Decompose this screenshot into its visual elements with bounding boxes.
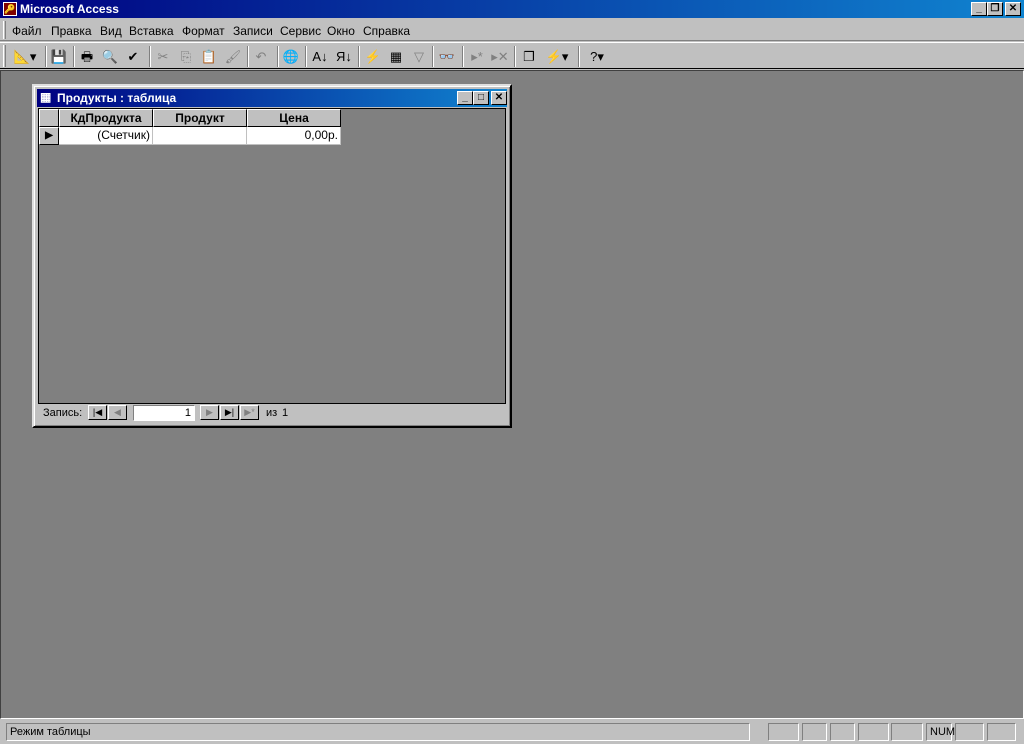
- spelling-button[interactable]: ✔: [122, 46, 144, 67]
- child-maximize-button[interactable]: □: [473, 91, 489, 105]
- toolbar-separator: [514, 46, 516, 67]
- menu-item[interactable]: Файл: [12, 24, 42, 38]
- menu-item[interactable]: Формат: [182, 24, 225, 38]
- toolbar-separator: [149, 46, 151, 67]
- next-record-button[interactable]: ▶: [200, 405, 219, 420]
- record-number-input[interactable]: [133, 405, 195, 421]
- previous-record-button[interactable]: ◀: [108, 405, 127, 420]
- toolbar-grip[interactable]: [3, 45, 6, 67]
- status-panel: [987, 723, 1016, 741]
- toolbar-separator: [358, 46, 360, 67]
- print-preview-button[interactable]: 🔍: [99, 46, 121, 67]
- cut-button[interactable]: ✂: [152, 46, 174, 67]
- toolbar-separator: [462, 46, 464, 67]
- table-window-title: Продукты : таблица: [57, 91, 177, 105]
- help-button[interactable]: ?▾: [582, 46, 612, 67]
- toolbar-separator: [277, 46, 279, 67]
- menu-item[interactable]: Окно: [327, 24, 355, 38]
- apply-filter-button[interactable]: ▽: [408, 46, 430, 67]
- print-button[interactable]: 🖶: [76, 46, 98, 67]
- restore-button[interactable]: ❐: [987, 2, 1003, 16]
- title-bar: 🔑 Microsoft Access _ ❐ ✕: [0, 0, 1024, 18]
- status-bar: Режим таблицы NUM: [0, 720, 1024, 744]
- record-navigation-bar: Запись: |◀ ◀ ▶ ▶| ▶* из 1: [38, 404, 506, 422]
- close-button[interactable]: ✕: [1005, 2, 1021, 16]
- menu-item[interactable]: Справка: [363, 24, 410, 38]
- menu-item[interactable]: Записи: [233, 24, 273, 38]
- datasheet-icon: ▦: [40, 90, 52, 104]
- record-total: 1: [282, 407, 289, 419]
- status-panel: [830, 723, 855, 741]
- view-button[interactable]: 📐▾: [8, 46, 42, 67]
- column-header-produkt[interactable]: Продукт: [153, 109, 247, 127]
- paste-button[interactable]: 📋: [198, 46, 220, 67]
- delete-record-button[interactable]: ▸✕: [489, 46, 511, 67]
- record-label: Запись:: [43, 407, 83, 419]
- save-button[interactable]: 💾: [48, 46, 70, 67]
- access-app-icon[interactable]: 🔑: [3, 2, 17, 16]
- last-record-button[interactable]: ▶|: [220, 405, 239, 420]
- sort-descending-button[interactable]: Я↓: [333, 46, 355, 67]
- status-panel: [802, 723, 827, 741]
- cell-kdprodukta[interactable]: (Счетчик): [59, 127, 153, 145]
- status-text: Режим таблицы: [6, 723, 750, 741]
- toolbar-separator: [45, 46, 47, 67]
- menu-grip[interactable]: [3, 21, 6, 39]
- database-window-button[interactable]: ❐: [518, 46, 540, 67]
- table-window-title-bar[interactable]: ▦ Продукты : таблица _ □ ✕: [37, 89, 507, 107]
- row-selector-current[interactable]: ▶: [39, 127, 59, 145]
- toolbar-separator: [578, 46, 580, 67]
- hyperlink-button[interactable]: 🌐: [280, 46, 302, 67]
- new-object-button[interactable]: ⚡▾: [541, 46, 573, 67]
- sort-ascending-button[interactable]: А↓: [309, 46, 331, 67]
- status-panel: [858, 723, 889, 741]
- filter-by-selection-button[interactable]: ⚡: [362, 46, 384, 67]
- copy-button[interactable]: ⎘: [175, 46, 197, 67]
- status-panel: [955, 723, 984, 741]
- of-label: из: [266, 407, 278, 419]
- menu-item[interactable]: Сервис: [280, 24, 321, 38]
- menu-item[interactable]: Вставка: [129, 24, 174, 38]
- num-lock-indicator: NUM: [926, 723, 955, 741]
- cell-tsena[interactable]: 0,00р.: [247, 127, 341, 145]
- find-button[interactable]: 👓: [436, 46, 458, 67]
- undo-button[interactable]: ↶: [250, 46, 272, 67]
- child-close-button[interactable]: ✕: [491, 91, 507, 105]
- toolbar-separator: [247, 46, 249, 67]
- minimize-button[interactable]: _: [971, 2, 987, 16]
- new-record-nav-button[interactable]: ▶*: [240, 405, 259, 420]
- menu-item[interactable]: Правка: [51, 24, 92, 38]
- select-all-corner[interactable]: [39, 109, 59, 127]
- status-panel: [768, 723, 799, 741]
- filter-by-form-button[interactable]: ▦: [385, 46, 407, 67]
- datasheet-grid: КдПродукта Продукт Цена ▶ (Счетчик) 0,00…: [38, 108, 506, 404]
- app-title: Microsoft Access: [20, 2, 119, 16]
- menu-item[interactable]: Вид: [100, 24, 122, 38]
- column-header-kdprodukta[interactable]: КдПродукта: [59, 109, 153, 127]
- status-panel: [891, 723, 923, 741]
- column-header-tsena[interactable]: Цена: [247, 109, 341, 127]
- toolbar: 📐▾ 💾 🖶 🔍 ✔ ✂ ⎘ 📋 🖌 ↶ 🌐 А↓ Я↓ ⚡ ▦ ▽ 👓 ▸* ▸✕ ❐ ⚡▾ ?▾: [0, 42, 1024, 69]
- new-record-button[interactable]: ▸*: [466, 46, 488, 67]
- first-record-button[interactable]: |◀: [88, 405, 107, 420]
- format-painter-button[interactable]: 🖌: [222, 46, 244, 67]
- child-minimize-button[interactable]: _: [457, 91, 473, 105]
- toolbar-separator: [73, 46, 75, 67]
- cell-produkt[interactable]: [153, 127, 247, 145]
- table-window: ▦ Продукты : таблица _ □ ✕ КдПродукта Пр…: [32, 84, 512, 428]
- toolbar-separator: [305, 46, 307, 67]
- menu-bar: Файл Правка Вид Вставка Формат Записи Сервис Ок…: [0, 19, 1024, 41]
- toolbar-separator: [432, 46, 434, 67]
